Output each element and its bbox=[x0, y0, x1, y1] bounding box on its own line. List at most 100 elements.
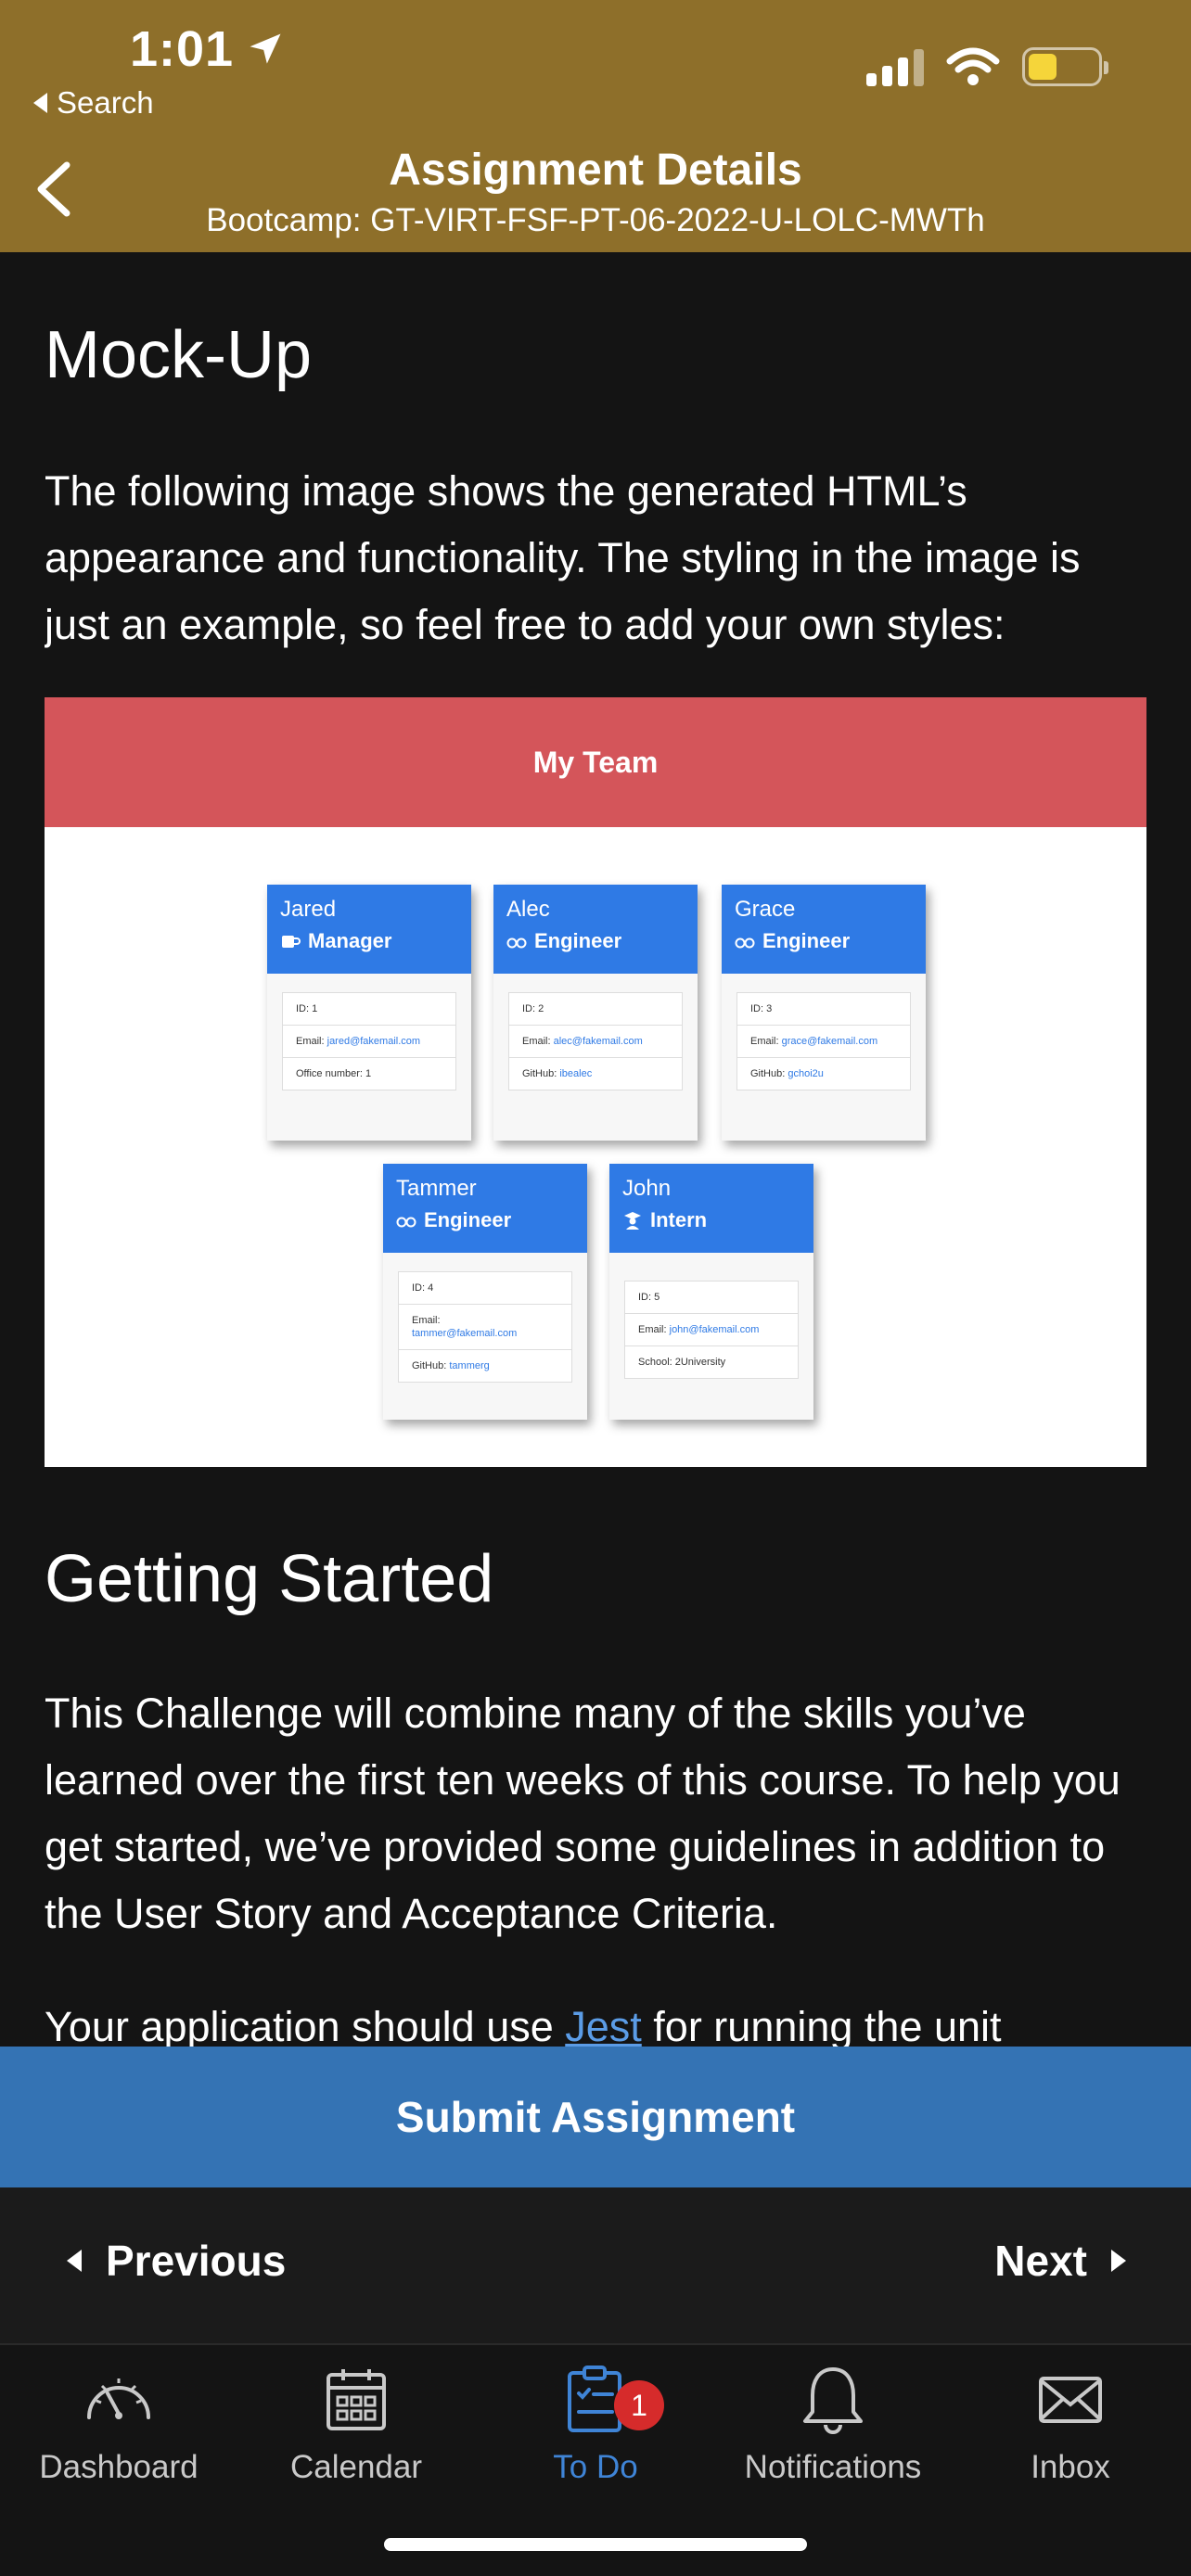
submit-assignment-button[interactable]: Submit Assignment bbox=[0, 2047, 1191, 2187]
jest-link[interactable]: Jest bbox=[565, 2003, 642, 2047]
next-label: Next bbox=[994, 2237, 1087, 2285]
getting-started-text: This Challenge will combine many of the … bbox=[45, 1690, 1121, 1937]
page-subtitle: Bootcamp: GT-VIRT-FSF-PT-06-2022-U-LOLC-… bbox=[206, 202, 985, 238]
employee-name: Grace bbox=[735, 897, 796, 922]
email-label: Email: bbox=[296, 1036, 327, 1047]
employee-github-row: GitHub: gchoi2u bbox=[737, 1058, 910, 1090]
email-label: Email: bbox=[750, 1036, 782, 1047]
home-indicator[interactable] bbox=[384, 2538, 807, 2551]
tab-inbox[interactable]: Inbox bbox=[952, 2362, 1189, 2486]
status-time: 1:01 bbox=[130, 20, 286, 78]
employee-id: ID: 4 bbox=[399, 1272, 571, 1305]
mockup-image: My Team Jared Manager ID: 1 Email: jared… bbox=[45, 697, 1146, 1467]
jest-paragraph: Your application should use Jest for run… bbox=[45, 1994, 1146, 2047]
employee-role: Engineer bbox=[762, 929, 851, 952]
tab-calendar[interactable]: Calendar bbox=[237, 2362, 475, 2486]
header: 1:01 Search Assignment Details Bootcamp:… bbox=[0, 0, 1191, 252]
tab-dashboard[interactable]: Dashboard bbox=[0, 2362, 237, 2486]
employee-role: Intern bbox=[650, 1208, 708, 1231]
employee-email-row: Email: alec@fakemail.com bbox=[509, 1026, 682, 1058]
mockup-description: The following image shows the generated … bbox=[45, 467, 1081, 648]
mockup-heading: Mock-Up bbox=[45, 318, 313, 392]
speedometer-icon bbox=[87, 2378, 150, 2419]
bell-icon bbox=[803, 2367, 863, 2434]
employee-extra: School: 2University bbox=[638, 1357, 726, 1368]
jest-prefix: Your application should use bbox=[45, 2003, 566, 2047]
glasses-icon bbox=[396, 1217, 416, 1228]
glasses-icon bbox=[506, 937, 527, 949]
employee-role: Manager bbox=[308, 929, 392, 952]
pager: Previous Next bbox=[0, 2187, 1191, 2343]
tab-calendar-label: Calendar bbox=[289, 2449, 423, 2485]
tab-dashboard-label: Dashboard bbox=[39, 2449, 198, 2485]
status-time-label: 1:01 bbox=[130, 21, 235, 77]
page-title: Assignment Details bbox=[389, 146, 802, 195]
employee-role: Engineer bbox=[534, 929, 622, 952]
employee-github: ibealec bbox=[559, 1068, 593, 1079]
previous-triangle-icon bbox=[67, 2250, 82, 2272]
cellular-signal-icon bbox=[866, 47, 924, 86]
getting-started-heading: Getting Started bbox=[45, 1542, 494, 1616]
glasses-icon bbox=[735, 937, 755, 949]
github-label: GitHub: bbox=[750, 1068, 788, 1079]
tab-notifications[interactable]: Notifications bbox=[714, 2362, 952, 2486]
back-triangle-icon bbox=[33, 93, 47, 113]
employee-email: john@fakemail.com bbox=[669, 1324, 760, 1335]
employee-name: Tammer bbox=[396, 1176, 477, 1201]
employee-id: ID: 5 bbox=[625, 1282, 798, 1314]
employee-email: tammer@fakemail.com bbox=[412, 1328, 518, 1339]
next-triangle-icon bbox=[1111, 2250, 1126, 2272]
github-label: GitHub: bbox=[522, 1068, 560, 1079]
calendar-icon bbox=[327, 2369, 386, 2430]
employee-email: alec@fakemail.com bbox=[553, 1036, 643, 1047]
battery-icon bbox=[1022, 47, 1108, 86]
employee-card: Alec Engineer ID: 2 Email: alec@fakemail… bbox=[493, 885, 698, 1141]
jest-suffix: for running the unit bbox=[641, 2003, 1002, 2047]
submit-assignment-label: Submit Assignment bbox=[395, 2093, 796, 2141]
github-label: GitHub: bbox=[412, 1360, 450, 1371]
tab-inbox-label: Inbox bbox=[1031, 2449, 1110, 2485]
employee-card: John Intern ID: 5 Email: john@fakemail.c… bbox=[609, 1164, 813, 1420]
employee-card: Jared Manager ID: 1 Email: jared@fakemai… bbox=[267, 885, 471, 1141]
employee-email-row: Email: tammer@fakemail.com bbox=[399, 1305, 571, 1350]
employee-name: Alec bbox=[506, 897, 550, 922]
envelope-icon bbox=[1039, 2377, 1102, 2423]
back-to-search-label: Search bbox=[57, 85, 154, 120]
next-button[interactable]: Next bbox=[994, 2236, 1126, 2286]
mug-icon bbox=[282, 936, 301, 948]
email-label: Email: bbox=[412, 1315, 441, 1326]
assignment-content[interactable]: Mock-Up The following image shows the ge… bbox=[45, 252, 1146, 2047]
todo-count-badge: 1 bbox=[614, 2380, 664, 2430]
status-indicators bbox=[866, 46, 1108, 87]
employee-email: jared@fakemail.com bbox=[327, 1036, 421, 1047]
employee-name: Jared bbox=[280, 897, 337, 922]
employee-github: tammerg bbox=[449, 1360, 490, 1371]
employee-id: ID: 3 bbox=[737, 993, 910, 1026]
employee-role: Engineer bbox=[424, 1208, 512, 1231]
employee-github: gchoi2u bbox=[788, 1068, 824, 1079]
employee-email-row: Email: john@fakemail.com bbox=[625, 1314, 798, 1346]
previous-button[interactable]: Previous bbox=[67, 2236, 286, 2286]
mockup-image-header: My Team bbox=[45, 697, 1146, 827]
email-label: Email: bbox=[638, 1324, 670, 1335]
wifi-icon bbox=[946, 47, 1000, 85]
employee-card: Tammer Engineer ID: 4 Email: tammer@fakem… bbox=[383, 1164, 587, 1420]
employee-name: John bbox=[622, 1176, 672, 1201]
employee-email-row: Email: jared@fakemail.com bbox=[283, 1026, 455, 1058]
employee-extra: Office number: 1 bbox=[296, 1068, 372, 1079]
tab-todo-label: To Do bbox=[553, 2449, 638, 2485]
location-arrow-icon bbox=[250, 33, 281, 64]
employee-email-row: Email: grace@fakemail.com bbox=[737, 1026, 910, 1058]
back-to-search-link[interactable]: Search bbox=[33, 85, 154, 121]
employee-github-row: GitHub: ibealec bbox=[509, 1058, 682, 1090]
tab-todo[interactable]: 1 To Do bbox=[477, 2362, 714, 2486]
mockup-image-title: My Team bbox=[532, 745, 659, 779]
employee-github-row: GitHub: tammerg bbox=[399, 1350, 571, 1382]
graduate-icon bbox=[624, 1212, 641, 1230]
previous-label: Previous bbox=[106, 2237, 287, 2285]
employee-id: ID: 2 bbox=[509, 993, 682, 1026]
employee-id: ID: 1 bbox=[283, 993, 455, 1026]
email-label: Email: bbox=[522, 1036, 554, 1047]
tab-notifications-label: Notifications bbox=[744, 2449, 922, 2485]
employee-card: Grace Engineer ID: 3 Email: grace@fakema… bbox=[722, 885, 926, 1141]
